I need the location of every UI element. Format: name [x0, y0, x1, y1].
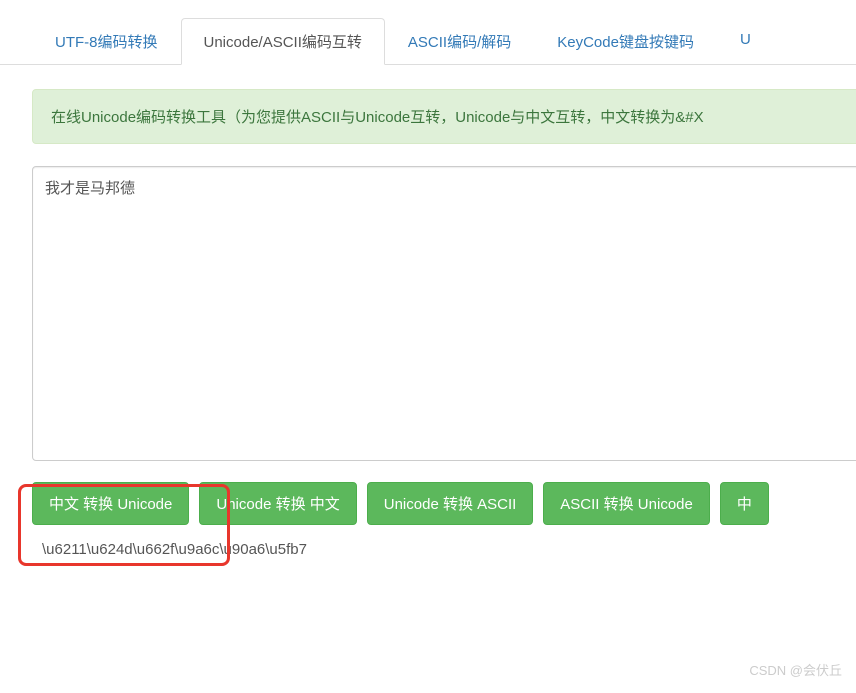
- button-row: 中文 转换 Unicode Unicode 转换 中文 Unicode 转换 A…: [32, 482, 856, 525]
- btn-unicode-to-cn[interactable]: Unicode 转换 中文: [199, 482, 356, 525]
- btn-partial[interactable]: 中: [720, 482, 769, 525]
- watermark: CSDN @会伏丘: [749, 660, 842, 679]
- btn-unicode-to-ascii[interactable]: Unicode 转换 ASCII: [367, 482, 534, 525]
- tab-utf8[interactable]: UTF-8编码转换: [32, 18, 181, 65]
- tab-unicode-ascii[interactable]: Unicode/ASCII编码互转: [181, 18, 385, 65]
- btn-cn-to-unicode[interactable]: 中文 转换 Unicode: [32, 482, 189, 525]
- input-area: [32, 166, 856, 466]
- text-input[interactable]: [32, 166, 856, 461]
- tab-keycode[interactable]: KeyCode键盘按键码: [534, 18, 717, 65]
- tab-partial[interactable]: U: [717, 18, 774, 65]
- btn-ascii-to-unicode[interactable]: ASCII 转换 Unicode: [543, 482, 710, 525]
- tab-ascii[interactable]: ASCII编码/解码: [385, 18, 534, 65]
- tab-bar: UTF-8编码转换 Unicode/ASCII编码互转 ASCII编码/解码 K…: [0, 18, 856, 65]
- output-text: \u6211\u624d\u662f\u9a6c\u90a6\u5fb7: [32, 537, 856, 562]
- info-alert: 在线Unicode编码转换工具（为您提供ASCII与Unicode互转，Unic…: [32, 89, 856, 144]
